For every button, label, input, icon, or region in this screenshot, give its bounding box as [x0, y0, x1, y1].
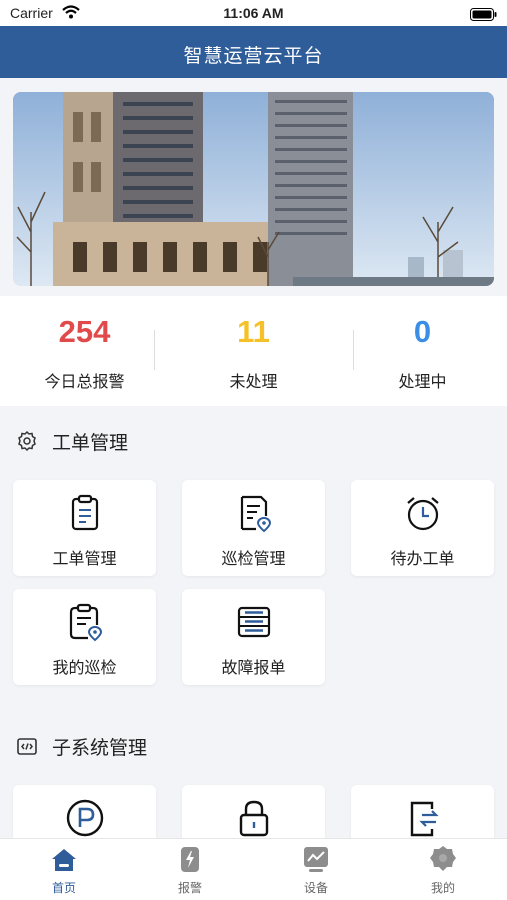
battery-icon	[470, 6, 497, 25]
gear-icon	[16, 430, 38, 456]
stat-total-alarms[interactable]: 254 今日总报警	[0, 296, 169, 406]
tab-label: 报警	[177, 881, 202, 895]
card-label: 故障报单	[221, 658, 286, 677]
section-title: 子系统管理	[52, 737, 148, 759]
stat-value: 254	[58, 314, 111, 349]
card-my-inspections[interactable]: 我的巡检	[13, 589, 156, 685]
profile-icon	[428, 844, 458, 874]
alarm-icon	[175, 844, 205, 874]
section-header-subsystems: 子系统管理	[0, 727, 507, 767]
stats-panel: 254 今日总报警 11 未处理 0 处理中	[0, 296, 507, 406]
card-fault-report[interactable]: 故障报单	[182, 589, 325, 685]
card-work-order-management[interactable]: 工单管理	[13, 480, 156, 576]
stat-divider	[353, 330, 354, 370]
home-icon	[49, 844, 79, 874]
stat-label: 今日总报警	[44, 372, 125, 391]
parking-icon	[64, 797, 106, 839]
clock-time: 11:06 AM	[223, 5, 284, 21]
section-title: 工单管理	[52, 432, 129, 454]
card-label: 巡检管理	[221, 549, 286, 568]
stat-unprocessed[interactable]: 11 未处理	[169, 296, 338, 406]
stat-processing[interactable]: 0 处理中	[338, 296, 507, 406]
card-pending-orders[interactable]: 待办工单	[351, 480, 494, 576]
stat-value: 0	[413, 314, 432, 349]
tab-label: 设备	[303, 881, 328, 895]
clipboard-icon	[64, 492, 106, 534]
monitor-icon	[301, 844, 331, 874]
tab-profile[interactable]: 我的	[380, 839, 506, 900]
tab-alarm[interactable]: 报警	[127, 839, 253, 900]
section-header-work-orders: 工单管理	[0, 422, 507, 462]
card-inspection-management[interactable]: 巡检管理	[182, 480, 325, 576]
tab-label: 我的	[430, 881, 455, 895]
tab-devices[interactable]: 设备	[253, 839, 379, 900]
stat-value: 11	[237, 314, 270, 349]
document-location-icon	[233, 492, 275, 534]
code-icon	[16, 735, 38, 761]
card-label: 工单管理	[52, 549, 117, 568]
clipboard-location-icon	[64, 601, 106, 643]
stat-divider	[154, 330, 155, 370]
tab-home[interactable]: 首页	[1, 839, 127, 900]
page-title: 智慧运营云平台	[183, 45, 324, 67]
alarm-clock-icon	[402, 492, 444, 534]
card-label: 我的巡检	[52, 658, 117, 677]
stat-label: 处理中	[398, 372, 447, 391]
status-bar: Carrier 11:06 AM	[0, 0, 507, 26]
card-label: 待办工单	[390, 549, 455, 568]
stat-label: 未处理	[229, 372, 278, 391]
banner-image[interactable]	[13, 92, 494, 286]
tab-label: 首页	[51, 881, 76, 895]
server-list-icon	[233, 601, 275, 643]
tab-bar: 首页 报警 设备 我的	[0, 838, 507, 900]
door-exchange-icon	[402, 797, 444, 839]
lock-icon	[233, 797, 275, 839]
nav-bar: 智慧运营云平台	[0, 26, 507, 78]
